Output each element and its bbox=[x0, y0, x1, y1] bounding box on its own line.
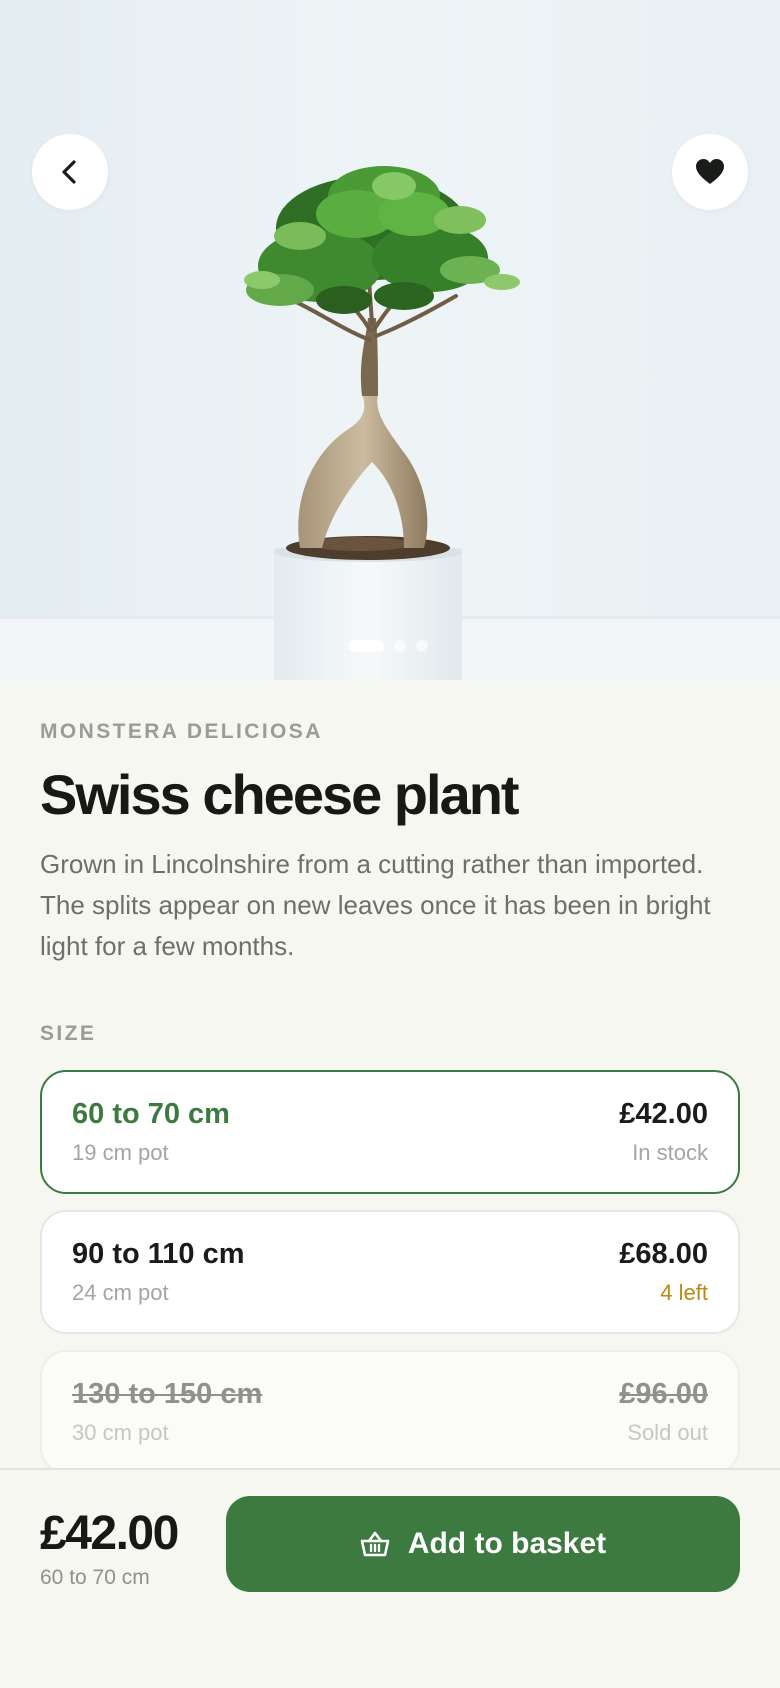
add-to-basket-button[interactable]: Add to basket bbox=[226, 1496, 740, 1592]
size-option-price: £42.00 bbox=[619, 1098, 708, 1130]
size-option-price: £68.00 bbox=[619, 1238, 708, 1270]
size-option-stock-status: 4 left bbox=[660, 1280, 708, 1305]
size-option-stock-status: In stock bbox=[632, 1140, 708, 1165]
bonsai-plant-photo bbox=[0, 0, 780, 680]
back-button[interactable] bbox=[32, 134, 108, 210]
size-option-price: £96.00 bbox=[619, 1378, 708, 1410]
size-option-pot: 30 cm pot bbox=[72, 1420, 169, 1445]
carousel-dot[interactable] bbox=[394, 640, 406, 652]
size-option-height: 90 to 110 cm bbox=[72, 1238, 245, 1270]
selected-size: 60 to 70 cm bbox=[40, 1566, 150, 1589]
size-option-stock-status: Sold out bbox=[627, 1420, 708, 1445]
size-option-60-70[interactable]: 60 to 70 cm 19 cm pot £42.00 In stock bbox=[40, 1070, 740, 1194]
carousel-indicators bbox=[348, 640, 428, 652]
chevron-left-icon bbox=[62, 160, 76, 184]
product-latin-name: MONSTERA DELICIOSA bbox=[40, 720, 323, 743]
add-to-basket-label: Add to basket bbox=[407, 1527, 607, 1560]
carousel-dot[interactable] bbox=[416, 640, 428, 652]
product-image-carousel[interactable] bbox=[0, 0, 780, 680]
size-option-pot: 24 cm pot bbox=[72, 1280, 169, 1305]
size-option-height: 60 to 70 cm bbox=[72, 1098, 230, 1130]
product-title: Swiss cheese plant bbox=[40, 763, 520, 826]
basket-icon bbox=[360, 1530, 390, 1558]
size-option-height: 130 to 150 cm bbox=[72, 1378, 263, 1410]
heart-icon bbox=[696, 159, 724, 184]
size-section-label: SIZE bbox=[40, 1022, 97, 1045]
size-option-130-150: 130 to 150 cm 30 cm pot £96.00 Sold out bbox=[40, 1350, 740, 1474]
size-option-90-110[interactable]: 90 to 110 cm 24 cm pot £68.00 4 left bbox=[40, 1210, 740, 1334]
checkout-bar: £42.00 60 to 70 cm Add to basket bbox=[0, 1468, 780, 1688]
size-option-pot: 19 cm pot bbox=[72, 1140, 169, 1165]
carousel-dot-active[interactable] bbox=[348, 640, 384, 652]
product-description: Grown in Lincolnshire from a cutting rat… bbox=[40, 849, 711, 961]
selected-price: £42.00 bbox=[40, 1507, 179, 1560]
favorite-button[interactable] bbox=[672, 134, 748, 210]
